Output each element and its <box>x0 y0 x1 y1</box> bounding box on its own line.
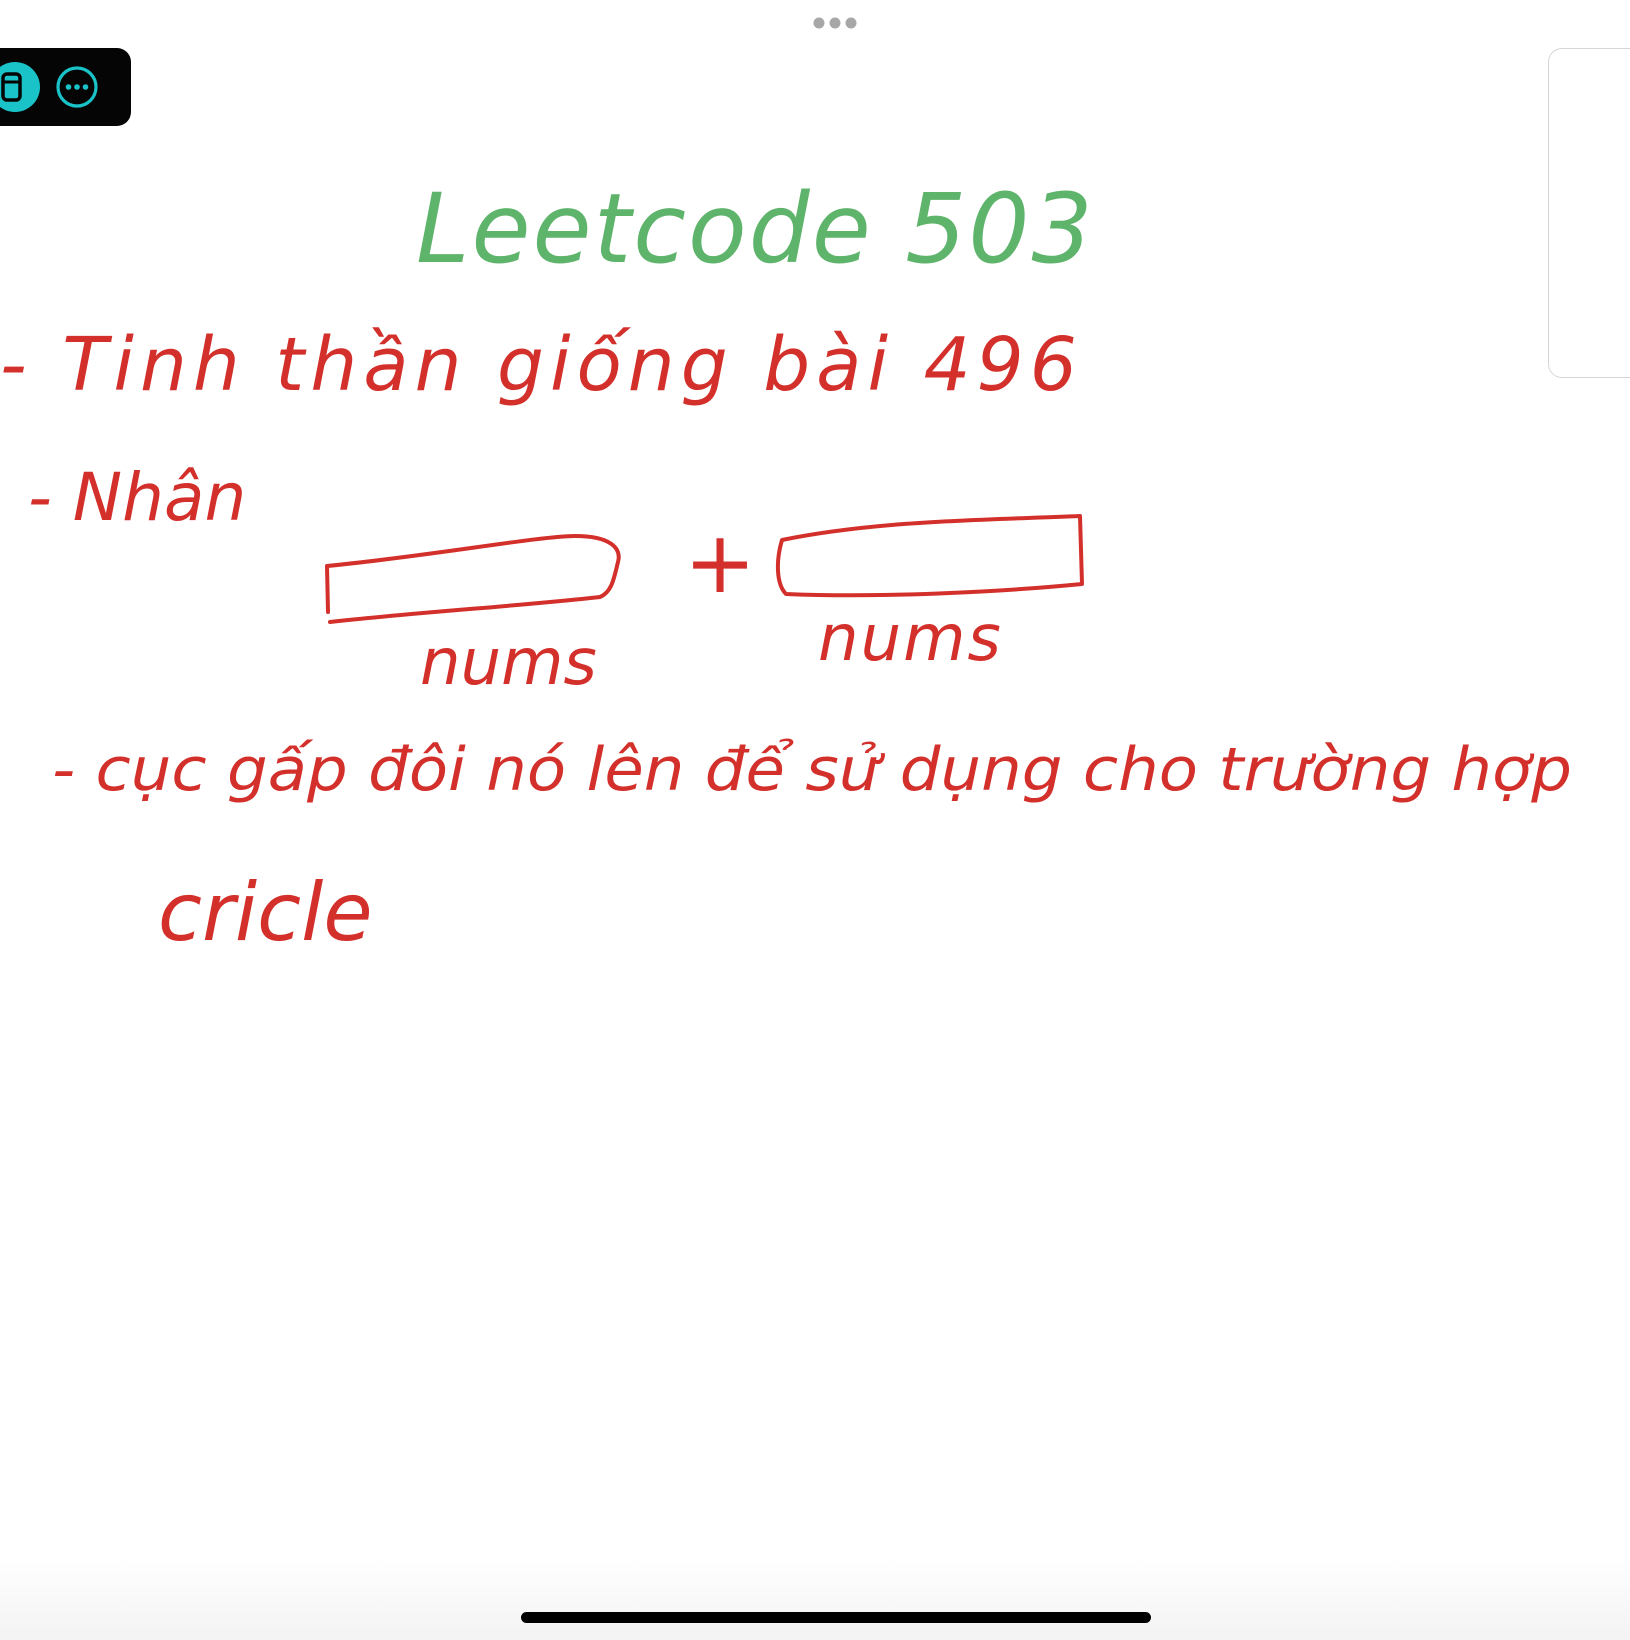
home-indicator[interactable] <box>521 1612 1151 1623</box>
note-line-1: - Tinh thần giống bài 496 <box>0 322 1083 408</box>
plus-sign: + <box>684 513 756 613</box>
array-label-right: nums <box>818 602 1003 676</box>
note-line-2: - Nhân <box>28 459 246 536</box>
array-box-left <box>325 533 621 624</box>
note-line-3: - cục gấp đôi nó lên để sử dụng cho trườ… <box>52 735 1572 805</box>
array-box-right <box>775 514 1084 598</box>
array-label-left: nums <box>420 626 597 700</box>
note-title: Leetcode 503 <box>416 173 1095 285</box>
note-line-4: cricle <box>158 866 373 959</box>
note-canvas[interactable]: Leetcode 503 - Tinh thần giống bài 496 -… <box>0 0 1630 1640</box>
